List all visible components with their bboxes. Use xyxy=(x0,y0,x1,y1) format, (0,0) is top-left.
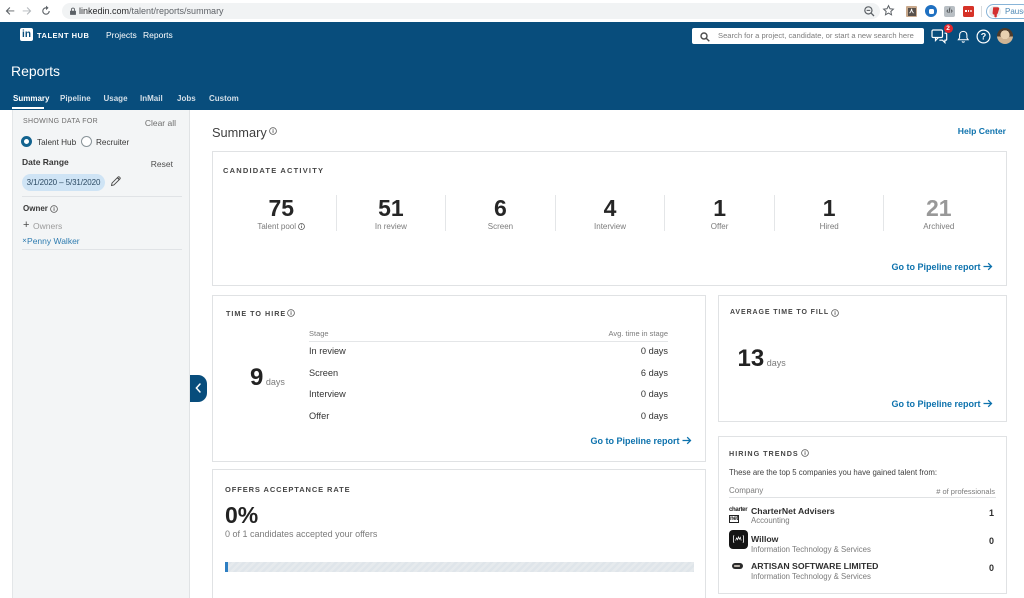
svg-text:?: ? xyxy=(981,32,987,42)
